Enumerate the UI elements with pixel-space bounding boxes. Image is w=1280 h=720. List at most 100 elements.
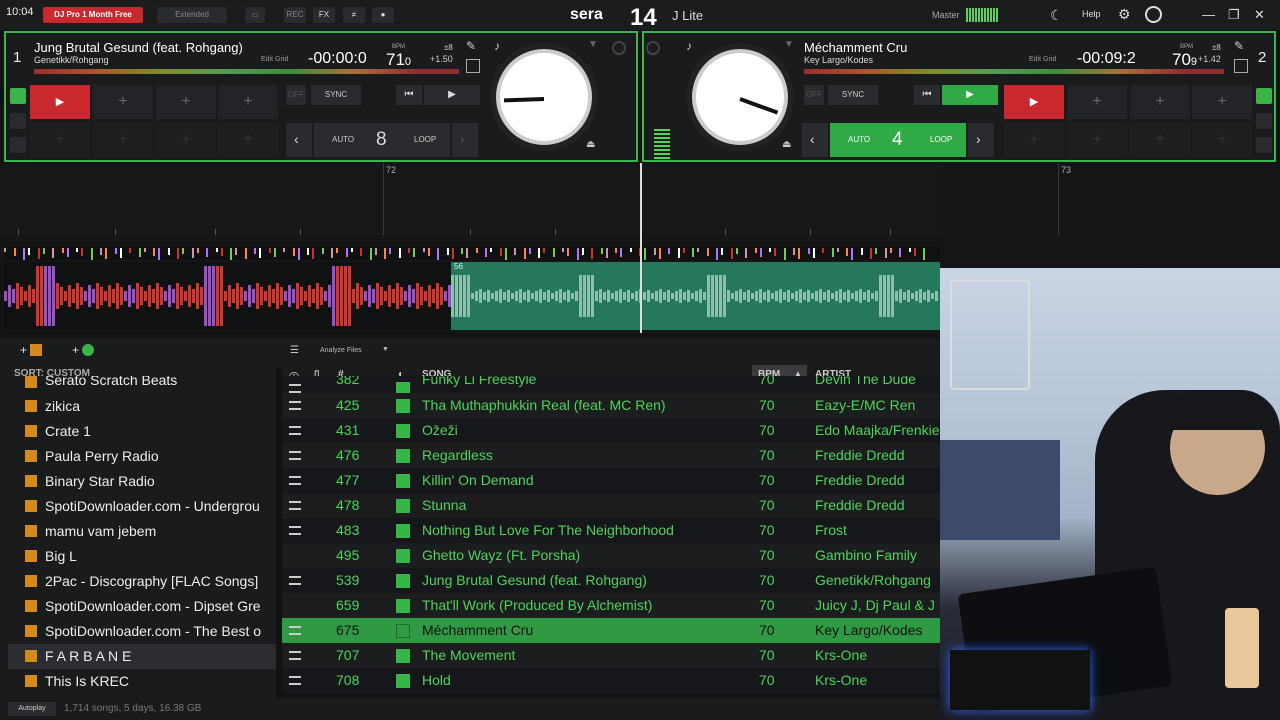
hotcue-2[interactable]: + (93, 85, 153, 119)
track-overview[interactable] (34, 69, 459, 74)
table-row[interactable]: 707 The Movement 70 Krs-One (282, 643, 940, 668)
beat-grid[interactable] (0, 163, 1059, 235)
hotcue-2[interactable]: + (1067, 85, 1127, 119)
crate-item[interactable]: zikica (8, 394, 276, 419)
hotcue-1[interactable]: ▶ (1004, 85, 1064, 119)
loop-mode-icon[interactable] (10, 137, 26, 153)
deck-2-platter[interactable] (692, 49, 788, 145)
table-row[interactable]: 495 Ghetto Wayz (Ft. Porsha) 70 Gambino Fam… (282, 543, 940, 568)
cue-icon[interactable]: ⏮ (396, 85, 422, 105)
hotcue-5[interactable]: + (30, 123, 90, 157)
deck-1-platter[interactable] (496, 49, 592, 145)
eject-icon[interactable]: ⏏ (782, 139, 791, 150)
table-row[interactable]: 476 Regardless 70 Freddie Dredd (282, 443, 940, 468)
loop-prev-icon[interactable]: ‹ (802, 123, 828, 157)
grid-icon[interactable] (1234, 59, 1248, 73)
crate-item[interactable]: Serato Scratch Beats (8, 376, 276, 394)
waveform-minimap[interactable] (4, 246, 940, 260)
pencil-icon[interactable]: ✎ (1234, 39, 1244, 53)
crate-item[interactable]: SpotiDownloader.com - Undergrou (8, 494, 276, 519)
add-crate-button[interactable]: + (20, 343, 43, 357)
sync-button[interactable]: SYNC (828, 85, 878, 105)
rec-button[interactable]: REC (284, 7, 306, 23)
hotcue-7[interactable]: + (1130, 123, 1190, 157)
deck-2-waveform[interactable] (451, 262, 940, 330)
loop-next-icon[interactable]: › (968, 123, 994, 157)
gear-icon[interactable]: ⚙ (1118, 6, 1131, 23)
table-row[interactable]: 659 That'll Work (Produced By Alchemist) 7… (282, 593, 940, 618)
gain-knob[interactable] (646, 41, 660, 55)
note-icon[interactable]: ♪ (686, 39, 692, 53)
analyze-files-button[interactable]: Analyze Files (320, 347, 362, 354)
edit-grid-button[interactable]: Edit Grid (261, 56, 288, 63)
table-row[interactable]: 483 Nothing But Love For The Neighborhood… (282, 518, 940, 543)
table-row[interactable]: 675 Méchamment Cru 70 Key Largo/Kodes (282, 618, 940, 643)
crate-item[interactable]: Paula Perry Radio (8, 444, 276, 469)
loop-mode-icon[interactable] (1256, 137, 1272, 153)
table-row[interactable]: 425 Tha Muthaphukkin Real (feat. MC Ren) 7… (282, 393, 940, 418)
crate-item[interactable]: SpotiDownloader.com - The Best o (8, 619, 276, 644)
crate-item[interactable]: SpotiDownloader.com - Dipset Gre (8, 594, 276, 619)
autoplay-button[interactable]: Autoplay (8, 702, 56, 716)
hotcue-7[interactable]: + (156, 123, 216, 157)
note-icon[interactable]: ♪ (494, 39, 500, 53)
chevron-down-icon[interactable]: ▼ (382, 346, 389, 353)
cue-icon[interactable]: ⏮ (914, 85, 940, 105)
panel-icon[interactable]: ▭ (245, 7, 265, 23)
crate-item[interactable]: Binary Star Radio (8, 469, 276, 494)
close-icon[interactable]: ✕ (1254, 7, 1265, 23)
grid-icon[interactable] (466, 59, 480, 73)
play-icon[interactable]: ▶ (424, 85, 480, 105)
crate-item[interactable]: This Is KREC (8, 669, 276, 694)
chevron-down-icon[interactable]: ▼ (784, 39, 794, 50)
crate-item[interactable]: mamu vam jebem (8, 519, 276, 544)
crate-item[interactable]: Crate 1 (8, 419, 276, 444)
hotcue-6[interactable]: + (1067, 123, 1127, 157)
eject-icon[interactable]: ⏏ (586, 139, 595, 150)
user-icon[interactable] (1145, 6, 1162, 23)
hotcue-6[interactable]: + (93, 123, 153, 157)
loop-prev-icon[interactable]: ‹ (286, 123, 312, 157)
table-row[interactable]: 431 Ožeži 70 Edo Maajka/Frenkie (282, 418, 940, 443)
crate-item[interactable]: 2Pac - Discography [FLAC Songs] (8, 569, 276, 594)
crate-item[interactable]: Big L (8, 544, 276, 569)
gain-knob[interactable] (612, 41, 626, 55)
mixer-icon[interactable]: ≠ (343, 7, 365, 23)
mic-icon[interactable]: ● (372, 7, 394, 23)
track-overview[interactable] (804, 69, 1224, 74)
hotcue-mode-icon[interactable] (1256, 88, 1272, 104)
list-view-icon[interactable]: ☰ (290, 345, 299, 356)
list-mode-icon[interactable] (1256, 113, 1272, 129)
moon-icon[interactable]: ☾ (1050, 7, 1063, 24)
table-row[interactable]: 539 Jung Brutal Gesund (feat. Rohgang) 70 G… (282, 568, 940, 593)
crate-item[interactable]: F A R B A N E (8, 644, 276, 669)
hotcue-4[interactable]: + (218, 85, 278, 119)
fx-button[interactable]: FX (313, 7, 335, 23)
minimize-icon[interactable]: — (1202, 7, 1215, 22)
help-menu[interactable]: Help (1082, 9, 1101, 19)
hotcue-8[interactable]: + (1192, 123, 1252, 157)
hotcue-8[interactable]: + (218, 123, 278, 157)
sync-off-button[interactable]: OFF (804, 85, 824, 105)
loop-next-icon[interactable]: › (452, 123, 478, 157)
loop-control[interactable]: AUTO 8 LOOP (314, 123, 450, 157)
hotcue-4[interactable]: + (1192, 85, 1252, 119)
pencil-icon[interactable]: ✎ (466, 39, 476, 53)
hotcue-1[interactable]: ▶ (30, 85, 90, 119)
table-row[interactable]: 477 Killin' On Demand 70 Freddie Dredd (282, 468, 940, 493)
edit-grid-button[interactable]: Edit Grid (1029, 56, 1056, 63)
sync-button[interactable]: SYNC (311, 85, 361, 105)
sync-off-button[interactable]: OFF (286, 85, 306, 105)
hotcue-3[interactable]: + (1130, 85, 1190, 119)
loop-control[interactable]: AUTO 4 LOOP (830, 123, 966, 157)
table-row[interactable]: 382 Funky Li Freestyle 70 Devin The Dude (282, 376, 940, 393)
list-mode-icon[interactable] (10, 113, 26, 129)
maximize-icon[interactable]: ❐ (1228, 7, 1240, 23)
add-smart-crate-button[interactable]: + (72, 343, 95, 357)
play-icon[interactable]: ▶ (942, 85, 998, 105)
promo-button[interactable]: DJ Pro 1 Month Free (43, 7, 143, 23)
hotcue-5[interactable]: + (1004, 123, 1064, 157)
table-row[interactable]: 708 Hold 70 Krs-One (282, 668, 940, 693)
hotcue-mode-icon[interactable] (10, 88, 26, 104)
hotcue-3[interactable]: + (156, 85, 216, 119)
